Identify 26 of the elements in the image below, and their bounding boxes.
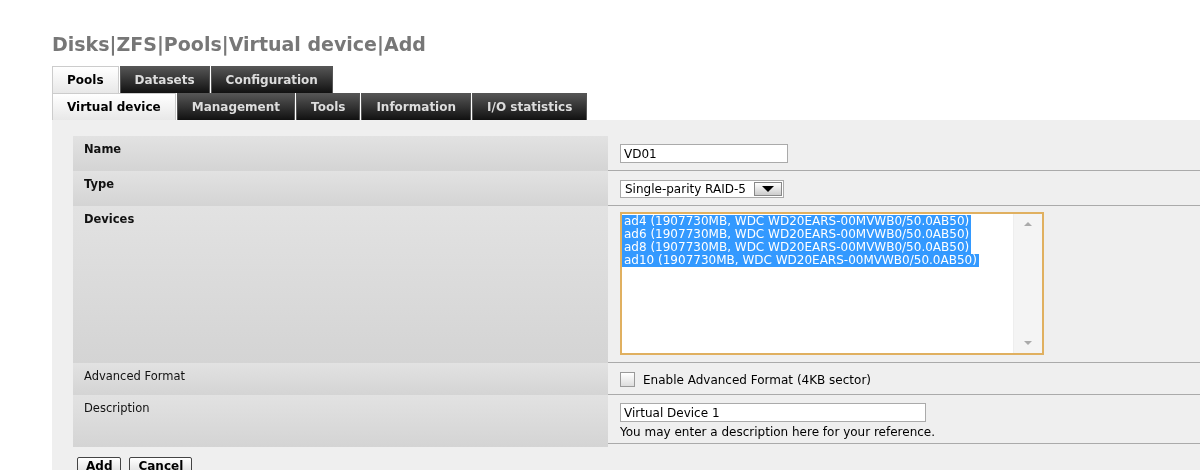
form-button[interactable]: Cancel [129,457,193,470]
tab[interactable]: I/O statistics [472,93,588,120]
scroll-up-icon[interactable] [1024,222,1032,226]
page-title: Disks|ZFS|Pools|Virtual device|Add [52,33,426,55]
field-label: Devices [73,206,608,363]
scroll-down-icon[interactable] [1024,341,1032,345]
tab[interactable]: Tools [296,93,361,120]
caret-icon [753,182,782,196]
input-field[interactable]: Virtual Device 1 [620,403,926,422]
field-label: Name [73,136,608,171]
field-label: Type [73,171,608,206]
tab[interactable]: Pools [52,66,119,93]
dropdown[interactable]: Single-parity RAID-5 [620,180,784,198]
form-button[interactable]: Add [77,457,122,470]
tab[interactable]: Datasets [119,66,210,93]
tab[interactable]: Configuration [210,66,333,93]
input-field[interactable]: VD01 [620,144,788,163]
checkbox[interactable] [620,372,635,387]
field-label: Advanced Format [73,363,608,395]
tab[interactable]: Management [176,93,296,120]
checkbox-label: Enable Advanced Format (4KB sector) [643,372,871,387]
scrollbar[interactable] [1013,214,1042,353]
field-label: Description [73,395,608,447]
tab[interactable]: Virtual device [52,93,176,120]
tab[interactable]: Information [361,93,472,120]
field-hint: You may enter a description here for your reference. [620,425,936,439]
